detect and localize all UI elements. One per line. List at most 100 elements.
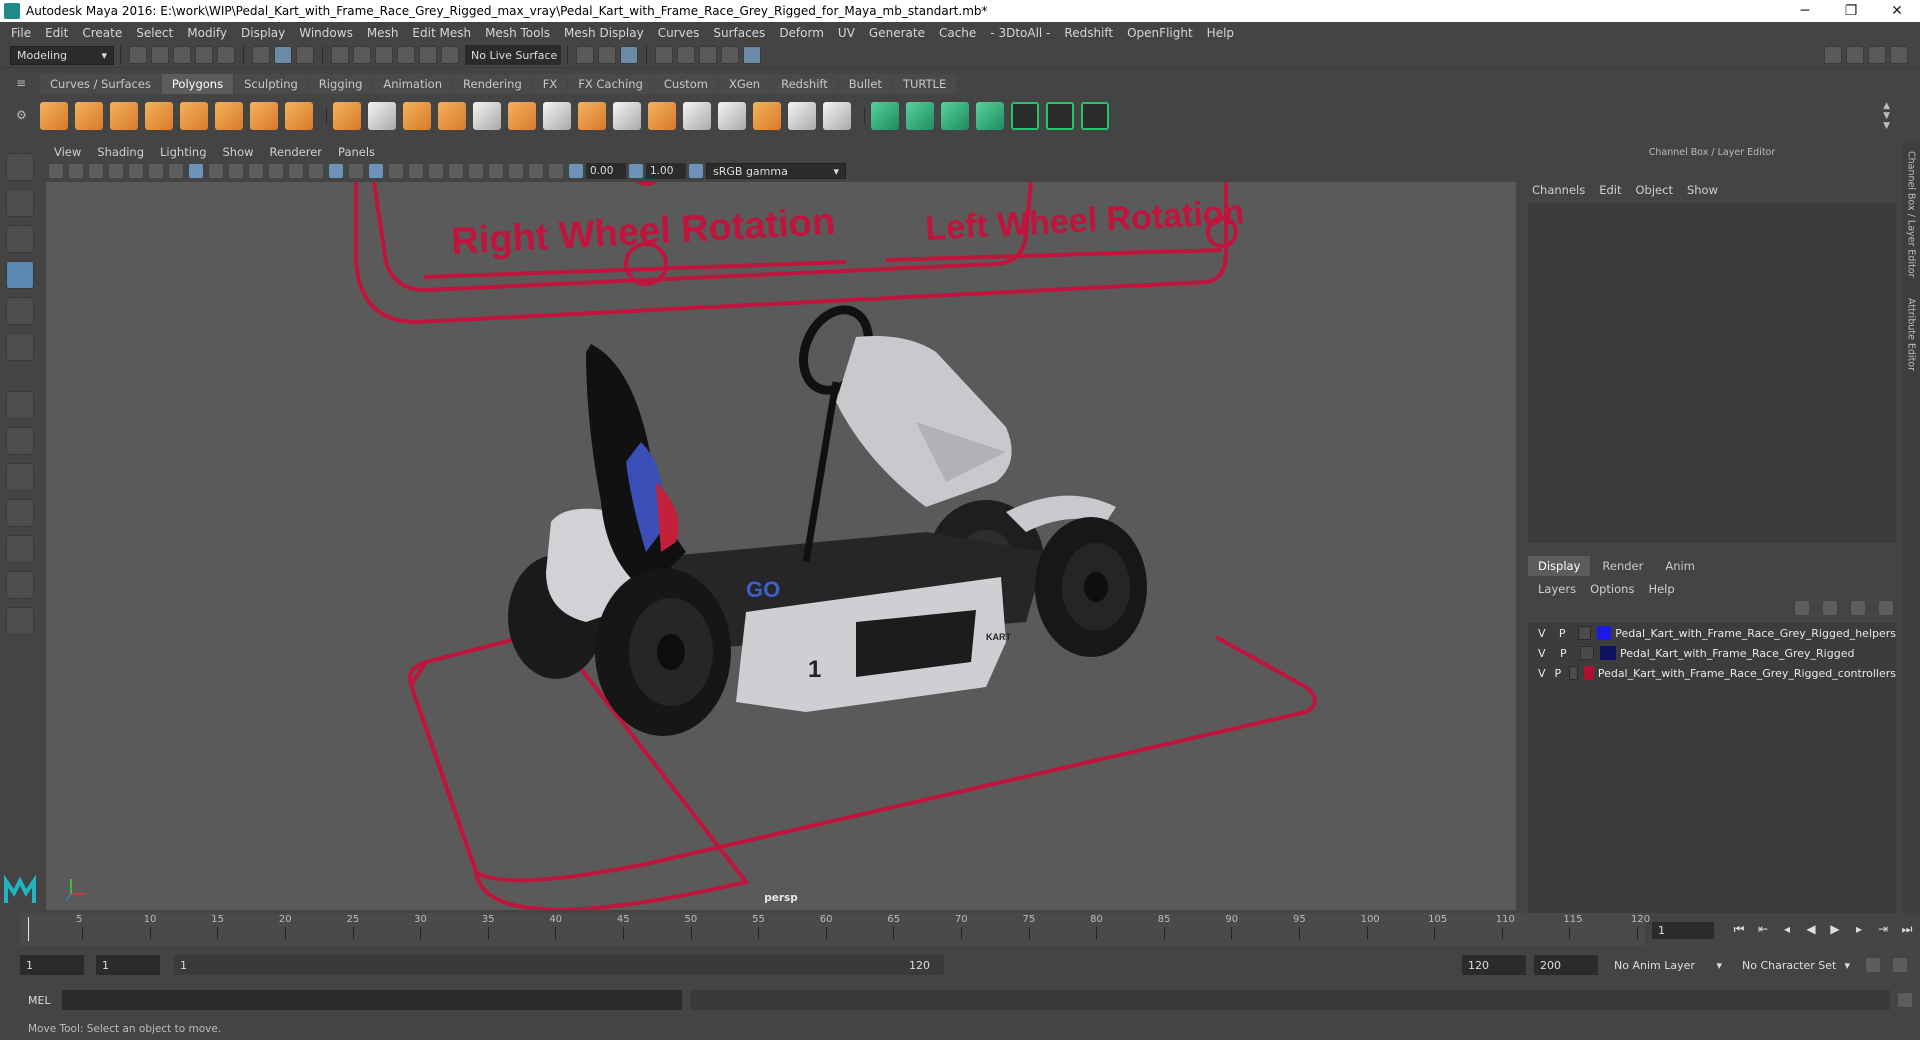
animation-end-field[interactable]: 200 <box>1534 955 1598 975</box>
snap-point-icon[interactable] <box>375 46 393 64</box>
range-slider[interactable]: 1 120 <box>174 955 944 975</box>
shelf-tab-rendering[interactable]: Rendering <box>453 74 532 94</box>
grid-icon[interactable] <box>169 164 183 178</box>
default-material-icon[interactable] <box>349 164 363 178</box>
use-lights-icon[interactable] <box>389 164 403 178</box>
color-space-selector[interactable]: sRGB gamma ▾ <box>706 163 846 179</box>
xray-joints-icon[interactable] <box>529 164 543 178</box>
combine-icon[interactable] <box>333 102 361 130</box>
viewport-menu-show[interactable]: Show <box>215 145 262 159</box>
auto-key-icon[interactable] <box>1866 958 1880 972</box>
shelf-tab-rigging[interactable]: Rigging <box>308 74 373 94</box>
move-tool-icon[interactable] <box>6 261 34 289</box>
motion-blur-icon[interactable] <box>449 164 463 178</box>
magnet-icon[interactable] <box>441 46 459 64</box>
poly-plane-icon[interactable] <box>180 102 208 130</box>
scale-tool-icon[interactable] <box>6 333 34 361</box>
step-back-key-icon[interactable]: ⇤ <box>1754 922 1772 936</box>
menu-deform[interactable]: Deform <box>772 26 831 40</box>
field-chart-icon[interactable] <box>249 164 263 178</box>
layer-playback-toggle[interactable]: P <box>1554 667 1562 680</box>
menu-edit-mesh[interactable]: Edit Mesh <box>405 26 478 40</box>
menu-file[interactable]: File <box>4 26 38 40</box>
menu-3dtoall[interactable]: - 3DtoAll - <box>983 26 1057 40</box>
viewport-menu-view[interactable]: View <box>46 145 89 159</box>
mirror-icon[interactable] <box>508 102 536 130</box>
menu-cache[interactable]: Cache <box>932 26 983 40</box>
select-tool-icon[interactable] <box>6 153 34 181</box>
menu-openflight[interactable]: OpenFlight <box>1120 26 1200 40</box>
move-layer-down-icon[interactable] <box>1823 601 1837 615</box>
undo-icon[interactable] <box>195 46 213 64</box>
play-forwards-icon[interactable]: ▶ <box>1826 922 1844 936</box>
camera-select-icon[interactable] <box>49 164 63 178</box>
layer-playback-toggle[interactable]: P <box>1560 647 1574 660</box>
shelf-menu-handle[interactable]: ≡ ⚙ <box>16 76 30 136</box>
2d-pan-zoom-icon[interactable] <box>129 164 143 178</box>
menu-windows[interactable]: Windows <box>292 26 360 40</box>
bevel-icon[interactable] <box>648 102 676 130</box>
poly-pyramid-icon[interactable] <box>250 102 278 130</box>
layer-row[interactable]: V P Pedal_Kart_with_Frame_Race_Grey_Rigged <box>1528 643 1896 663</box>
smooth-shade-icon[interactable] <box>329 164 343 178</box>
automatic-uv-icon[interactable] <box>976 102 1004 130</box>
modeling-toolkit-icon[interactable] <box>1824 46 1842 64</box>
render-current-icon[interactable] <box>620 46 638 64</box>
grease-pencil-icon[interactable] <box>149 164 163 178</box>
shelf-tab-curves-surfaces[interactable]: Curves / Surfaces <box>40 74 161 94</box>
time-slider[interactable]: 5 10 15 20 25 30 35 40 45 50 55 60 65 70 75 80 85 90 95 100… <box>20 913 1650 946</box>
layer-display-type-toggle[interactable] <box>1568 666 1579 680</box>
render-settings-icon[interactable] <box>677 46 695 64</box>
step-forward-frame-icon[interactable]: ▸ <box>1850 922 1868 936</box>
shelf-tab-fx[interactable]: FX <box>532 74 568 94</box>
layer-tab-anim[interactable]: Anim <box>1655 556 1705 576</box>
paint-select-tool-icon[interactable] <box>6 225 34 253</box>
layer-menu-help[interactable]: Help <box>1648 582 1674 596</box>
xray-icon[interactable] <box>509 164 523 178</box>
outliner-persp-layout-icon[interactable] <box>6 499 34 527</box>
layer-playback-toggle[interactable]: P <box>1559 627 1572 640</box>
four-view-layout-icon[interactable] <box>6 427 34 455</box>
side-tab-channel-box[interactable]: Channel Box / Layer Editor <box>1906 151 1917 278</box>
uv-layout-icon[interactable] <box>1046 102 1074 130</box>
viewport-menu-renderer[interactable]: Renderer <box>262 145 331 159</box>
shelf-tab-polygons[interactable]: Polygons <box>161 74 234 94</box>
channel-menu-object[interactable]: Object <box>1636 183 1673 197</box>
menu-mesh[interactable]: Mesh <box>360 26 406 40</box>
planar-uv-icon[interactable] <box>871 102 899 130</box>
uv-editor-icon[interactable] <box>1011 102 1039 130</box>
attribute-editor-toggle-icon[interactable] <box>1846 46 1864 64</box>
play-backwards-icon[interactable]: ◀ <box>1802 922 1820 936</box>
snap-grid-icon[interactable] <box>331 46 349 64</box>
live-surface-field[interactable]: No Live Surface <box>465 45 561 65</box>
color-management-icon[interactable] <box>689 164 703 178</box>
redshift-render-icon[interactable] <box>743 46 761 64</box>
playback-end-field[interactable]: 120 <box>1462 955 1526 975</box>
maximize-button[interactable]: ❐ <box>1828 3 1874 19</box>
bookmark-icon[interactable] <box>89 164 103 178</box>
layer-menu-layers[interactable]: Layers <box>1538 582 1576 596</box>
move-layer-up-icon[interactable] <box>1795 601 1809 615</box>
command-input[interactable] <box>62 990 682 1010</box>
current-time-marker[interactable] <box>28 917 29 941</box>
channel-box-area[interactable] <box>1528 203 1896 543</box>
snap-view-icon[interactable] <box>397 46 415 64</box>
side-tab-attribute-editor[interactable]: Attribute Editor <box>1906 298 1917 371</box>
safe-action-icon[interactable] <box>269 164 283 178</box>
wireframe-icon[interactable] <box>309 164 323 178</box>
viewport-menu-shading[interactable]: Shading <box>89 145 152 159</box>
scene-canvas[interactable]: Right Wheel Rotation Left Wheel Rotation <box>46 182 1516 910</box>
custom-layout-icon[interactable] <box>6 607 34 635</box>
tool-settings-toggle-icon[interactable] <box>1868 46 1886 64</box>
shelf-tab-bullet[interactable]: Bullet <box>838 74 892 94</box>
minimize-button[interactable]: ─ <box>1782 3 1828 19</box>
menu-surfaces[interactable]: Surfaces <box>706 26 772 40</box>
preferences-icon[interactable] <box>1893 958 1907 972</box>
current-frame-field[interactable]: 1 <box>1652 922 1714 939</box>
channel-box-toggle-icon[interactable] <box>1890 46 1908 64</box>
boolean-icon[interactable] <box>473 102 501 130</box>
extract-icon[interactable] <box>403 102 431 130</box>
textured-icon[interactable] <box>369 164 383 178</box>
render-setup-icon[interactable] <box>721 46 739 64</box>
isolate-select-icon[interactable] <box>489 164 503 178</box>
